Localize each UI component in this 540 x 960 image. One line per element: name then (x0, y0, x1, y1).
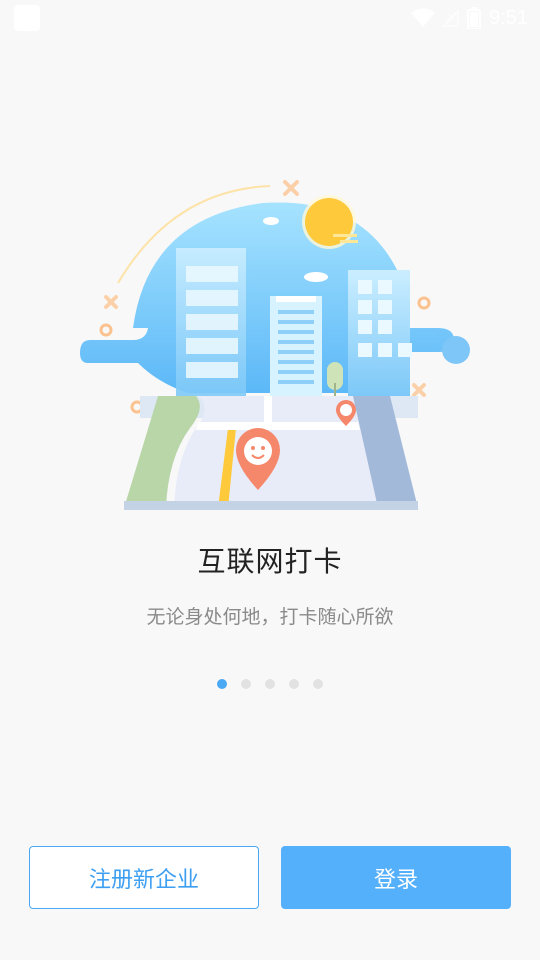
page-dot-5[interactable] (313, 679, 323, 689)
page-dot-2[interactable] (241, 679, 251, 689)
page-indicator (0, 679, 540, 689)
sun-icon (302, 195, 358, 249)
battery-icon (467, 7, 482, 29)
sky-orb (442, 336, 470, 364)
onboarding-subtitle: 无论身处何地，打卡随心所欲 (146, 606, 394, 628)
login-button[interactable]: 登录 (281, 846, 511, 909)
page-dot-3[interactable] (265, 679, 275, 689)
status-time: 9:51 (489, 6, 528, 29)
no-signal-icon (443, 9, 459, 27)
page-dot-1[interactable] (217, 679, 227, 689)
register-company-button[interactable]: 注册新企业 (29, 846, 259, 909)
wifi-icon (411, 8, 436, 27)
page-dot-4[interactable] (289, 679, 299, 689)
status-bar: 9:51 (0, 0, 540, 36)
map-check-in-illustration (80, 180, 470, 510)
onboarding-title: 互联网打卡 (197, 545, 343, 578)
app-icon (14, 5, 40, 31)
status-icons: 9:51 (411, 6, 528, 30)
